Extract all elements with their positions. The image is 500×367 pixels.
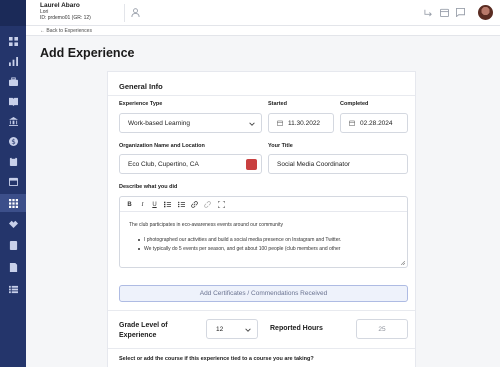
book-icon[interactable]: [0, 92, 26, 110]
list-item: We typically do 5 events per season, and…: [138, 246, 340, 252]
organization-input[interactable]: Eco Club, Cupertino, CA: [119, 154, 262, 174]
chevron-down-icon: [245, 328, 251, 332]
bullet-list-icon[interactable]: [178, 201, 185, 208]
italic-icon[interactable]: I: [139, 201, 146, 208]
divider: [108, 348, 415, 349]
bold-icon[interactable]: B: [126, 201, 133, 208]
started-date-input[interactable]: 11.30.2022: [268, 113, 334, 133]
your-title-label: Your Title: [268, 143, 293, 149]
resize-handle-icon[interactable]: [401, 261, 405, 265]
section-title: General Info: [119, 82, 163, 91]
course-question: Select or add the course if this experie…: [119, 356, 314, 362]
list-icon[interactable]: [0, 280, 26, 298]
experience-type-select[interactable]: Work-based Learning: [119, 113, 262, 133]
calendar-icon[interactable]: [0, 172, 26, 190]
unlink-icon[interactable]: [204, 201, 211, 208]
chart-icon[interactable]: [0, 52, 26, 70]
link-icon[interactable]: [191, 201, 198, 208]
top-header: Laurel Abaro Lori ID: prdemo01 (GR: 12): [26, 0, 500, 26]
header-divider: [124, 4, 125, 22]
description-editor[interactable]: B I U The club participates in eco-aware…: [119, 196, 408, 268]
calendar-icon: [349, 120, 355, 126]
calendar-icon[interactable]: [440, 8, 449, 17]
back-link[interactable]: ← Back to Experiences: [40, 28, 92, 34]
experience-type-value: Work-based Learning: [128, 119, 191, 127]
notebook-icon[interactable]: [0, 236, 26, 254]
editor-toolbar: B I U: [120, 197, 407, 212]
grade-level-select[interactable]: 12: [206, 319, 258, 339]
grade-level-label: Grade Level of Experience: [119, 322, 168, 339]
started-label: Started: [268, 101, 287, 107]
ordered-list-icon[interactable]: [164, 201, 171, 208]
grade-level-value: 12: [216, 325, 224, 333]
add-certificates-button[interactable]: Add Certificates / Commendations Receive…: [119, 285, 408, 302]
your-title-value: Social Media Coordinator: [277, 160, 350, 168]
clipboard-icon[interactable]: [0, 152, 26, 170]
calendar-icon: [277, 120, 283, 126]
left-nav-rail: $: [0, 0, 26, 367]
page-title: Add Experience: [40, 46, 135, 60]
completed-value: 02.28.2024: [360, 119, 393, 127]
description-paragraph: The club participates in eco-awareness e…: [129, 222, 283, 228]
chevron-down-icon: [249, 122, 255, 126]
handshake-icon[interactable]: [0, 214, 26, 232]
grid-icon[interactable]: [0, 32, 26, 50]
fullscreen-icon[interactable]: [218, 201, 225, 208]
started-value: 11.30.2022: [288, 119, 321, 127]
avatar[interactable]: [478, 5, 493, 20]
your-title-input[interactable]: Social Media Coordinator: [268, 154, 408, 174]
logo: [0, 0, 26, 26]
describe-label: Describe what you did: [119, 184, 178, 190]
organization-label: Organization Name and Location: [119, 143, 205, 149]
message-icon[interactable]: [456, 8, 465, 17]
apps-icon[interactable]: [0, 194, 26, 212]
person-icon[interactable]: [131, 8, 140, 17]
bank-icon[interactable]: [0, 112, 26, 130]
student-id: ID: prdemo01 (GR: 12): [40, 15, 91, 21]
experience-type-label: Experience Type: [119, 101, 163, 107]
briefcase-icon[interactable]: [0, 72, 26, 90]
student-name: Laurel Abaro: [40, 2, 80, 9]
share-icon[interactable]: [424, 8, 433, 17]
reported-hours-label: Reported Hours: [270, 325, 323, 332]
list-item: I photographed our activities and build …: [138, 237, 341, 243]
organization-value: Eco Club, Cupertino, CA: [128, 160, 199, 168]
divider: [108, 310, 415, 311]
back-bar: ← Back to Experiences: [26, 26, 500, 36]
reported-hours-input[interactable]: 25: [356, 319, 408, 339]
underline-icon[interactable]: U: [151, 201, 158, 208]
svg-text:$: $: [11, 137, 16, 146]
completed-date-input[interactable]: 02.28.2024: [340, 113, 408, 133]
completed-label: Completed: [340, 101, 369, 107]
dollar-icon[interactable]: $: [0, 132, 26, 150]
location-icon[interactable]: [246, 159, 257, 170]
divider: [108, 95, 415, 96]
document-icon[interactable]: [0, 258, 26, 276]
